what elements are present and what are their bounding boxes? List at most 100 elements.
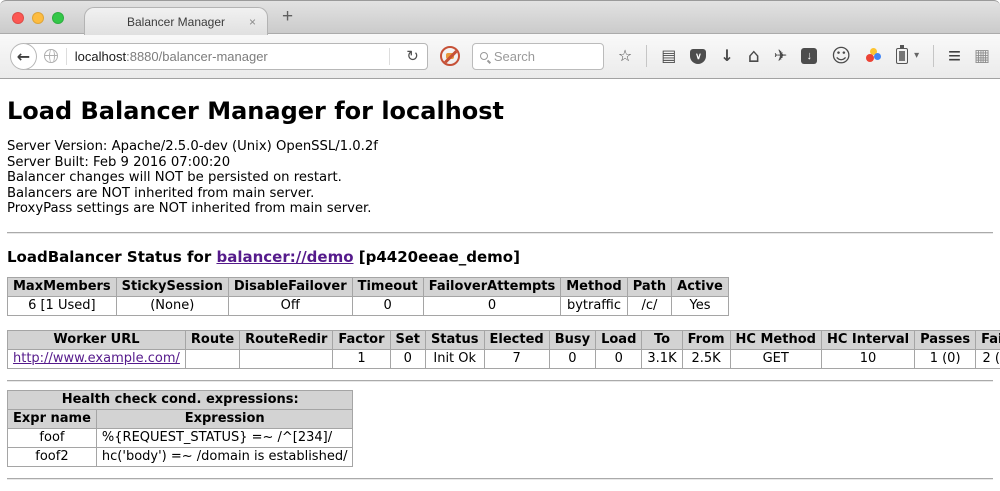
- column-header: RouteRedir: [240, 330, 333, 349]
- column-header: Status: [425, 330, 484, 349]
- url-bar[interactable]: localhost:8880/balancer-manager ↻: [23, 43, 428, 70]
- divider: [7, 380, 993, 382]
- expression-cell: %{REQUEST_STATUS} =~ /^[234]/: [96, 428, 353, 447]
- pocket-icon[interactable]: ∨: [690, 49, 706, 64]
- server-built-line: Server Built: Feb 9 2016 07:00:20: [7, 155, 993, 171]
- column-header: Active: [672, 277, 729, 296]
- navigation-toolbar: ← localhost:8880/balancer-manager ↻ ☆ ▤ …: [0, 34, 1000, 79]
- back-button[interactable]: ←: [10, 43, 37, 70]
- hamburger-menu-icon[interactable]: ≡: [948, 43, 960, 69]
- plugin-blocked-icon[interactable]: [440, 46, 460, 66]
- table-header-row: Expr name Expression: [8, 409, 353, 428]
- column-header: Load: [596, 330, 642, 349]
- route-cell: [185, 349, 239, 368]
- expr-name-cell: foof2: [8, 447, 97, 466]
- balancer-settings-table: MaxMembers StickySession DisableFailover…: [7, 277, 729, 316]
- close-tab-icon[interactable]: ×: [249, 15, 256, 29]
- url-path: :8880/balancer-manager: [126, 49, 268, 64]
- page-content: Load Balancer Manager for localhost Serv…: [0, 79, 1000, 490]
- chevron-down-icon[interactable]: ▾: [914, 51, 919, 61]
- balancer-status-heading: LoadBalancer Status for balancer://demo …: [7, 248, 993, 266]
- column-header: DisableFailover: [228, 277, 352, 296]
- load-cell: 0: [596, 349, 642, 368]
- reload-icon[interactable]: ↻: [398, 47, 419, 65]
- disable-failover-cell: Off: [228, 296, 352, 315]
- factor-cell: 1: [333, 349, 390, 368]
- set-cell: 0: [390, 349, 425, 368]
- column-header: To: [642, 330, 682, 349]
- balancer-demo-link[interactable]: balancer://demo: [216, 248, 353, 266]
- column-header: HC Interval: [821, 330, 914, 349]
- worker-row: http://www.example.com/ 1 0 Init Ok 7 0 …: [8, 349, 1000, 368]
- tab-title: Balancer Manager: [127, 15, 225, 29]
- health-check-table: Health check cond. expressions: Expr nam…: [7, 390, 353, 467]
- search-bar[interactable]: [472, 43, 604, 70]
- downloads-icon[interactable]: ↓: [720, 48, 733, 64]
- column-header: Fails: [976, 330, 1000, 349]
- max-members-cell: 6 [1 Used]: [8, 296, 117, 315]
- worker-table: Worker URL Route RouteRedir Factor Set S…: [7, 330, 1000, 369]
- expr-name-cell: foof: [8, 428, 97, 447]
- video-download-icon[interactable]: ↓: [801, 48, 817, 64]
- health-check-table-title: Health check cond. expressions:: [8, 390, 353, 409]
- url-domain: localhost: [75, 49, 126, 64]
- busy-cell: 0: [549, 349, 595, 368]
- column-header: Expression: [96, 409, 353, 428]
- column-header: Passes: [915, 330, 976, 349]
- status-cell: Init Ok: [425, 349, 484, 368]
- bookmark-star-icon[interactable]: ☆: [618, 48, 632, 64]
- column-header: Route: [185, 330, 239, 349]
- globe-icon: [44, 49, 58, 63]
- to-cell: 3.1K: [642, 349, 682, 368]
- search-input[interactable]: [494, 49, 589, 64]
- titlebar: Balancer Manager × +: [0, 0, 1000, 34]
- divider: [66, 48, 67, 65]
- column-header: Timeout: [352, 277, 423, 296]
- column-header: FailoverAttempts: [423, 277, 561, 296]
- grid-extension-icon[interactable]: ▦: [974, 48, 990, 65]
- zoom-window-button[interactable]: [52, 12, 64, 24]
- hc-interval-cell: 10: [821, 349, 914, 368]
- worker-url-link[interactable]: http://www.example.com/: [13, 351, 180, 366]
- colored-dots-extension-icon[interactable]: [865, 48, 882, 64]
- divider: [7, 232, 993, 234]
- active-cell: Yes: [672, 296, 729, 315]
- column-header: Factor: [333, 330, 390, 349]
- divider: [389, 48, 390, 65]
- close-window-button[interactable]: [12, 12, 24, 24]
- divider: [933, 45, 934, 67]
- bookmarks-sidebar-icon[interactable]: ▤: [661, 48, 676, 64]
- from-cell: 2.5K: [682, 349, 730, 368]
- search-icon: [480, 52, 488, 60]
- elected-cell: 7: [484, 349, 549, 368]
- divider: [646, 45, 647, 67]
- table-row: 6 [1 Used] (None) Off 0 0 bytraffic /c/ …: [8, 296, 729, 315]
- column-header: StickySession: [116, 277, 228, 296]
- proxypass-note-line: ProxyPass settings are NOT inherited fro…: [7, 201, 993, 217]
- status-heading-suffix: [p4420eeae_demo]: [354, 248, 520, 266]
- column-header: Expr name: [8, 409, 97, 428]
- column-header: HC Method: [730, 330, 821, 349]
- column-header: Worker URL: [8, 330, 186, 349]
- new-tab-button[interactable]: +: [282, 6, 293, 28]
- table-header-row: MaxMembers StickySession DisableFailover…: [8, 277, 729, 296]
- expression-cell: hc('body') =~ /domain is established/: [96, 447, 353, 466]
- tab-balancer-manager[interactable]: Balancer Manager ×: [84, 7, 268, 35]
- timeout-cell: 0: [352, 296, 423, 315]
- server-version-line: Server Version: Apache/2.5.0-dev (Unix) …: [7, 139, 993, 155]
- column-header: Busy: [549, 330, 595, 349]
- hc-method-cell: GET: [730, 349, 821, 368]
- home-icon[interactable]: ⌂: [748, 47, 760, 66]
- window-controls: [12, 12, 64, 24]
- path-cell: /c/: [627, 296, 671, 315]
- battery-extension-icon[interactable]: [896, 48, 908, 64]
- minimize-window-button[interactable]: [32, 12, 44, 24]
- paper-plane-icon[interactable]: ✈: [774, 48, 787, 64]
- column-header: Elected: [484, 330, 549, 349]
- table-row: foof2 hc('body') =~ /domain is establish…: [8, 447, 353, 466]
- route-redir-cell: [240, 349, 333, 368]
- table-row: foof %{REQUEST_STATUS} =~ /^[234]/: [8, 428, 353, 447]
- inherit-note-line: Balancers are NOT inherited from main se…: [7, 186, 993, 202]
- column-header: Path: [627, 277, 671, 296]
- smiley-icon[interactable]: ☺: [831, 47, 851, 66]
